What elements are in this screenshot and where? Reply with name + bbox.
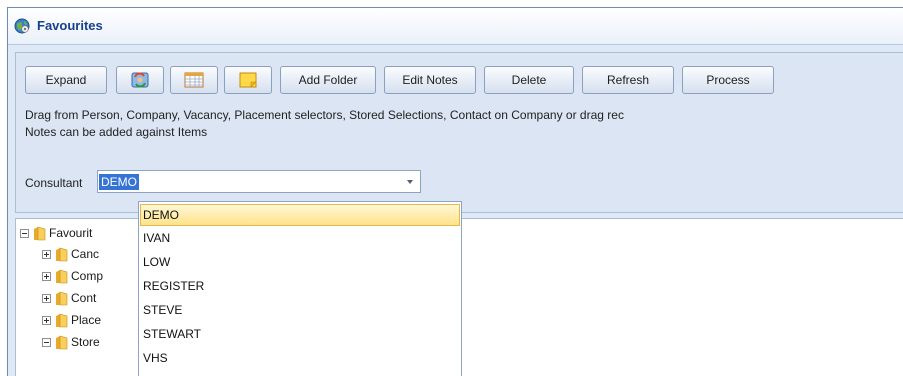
help-text-line-2: Notes can be added against Items [25,125,208,139]
process-button[interactable]: Process [682,66,774,94]
tree-label: Canc [71,247,100,261]
globe-icon [14,18,30,34]
tree-root[interactable]: Favourit [20,224,92,242]
grid-icon [184,72,204,88]
tree-item[interactable]: Place [42,311,101,329]
help-text-line-1: Drag from Person, Company, Vacancy, Plac… [25,108,624,122]
consultant-dropdown-list[interactable]: DEMO IVAN LOW REGISTER STEVE STEWART VHS [138,201,462,376]
consultant-combo[interactable]: DEMO [97,170,421,193]
tree-label: Place [71,313,102,327]
refresh-people-button[interactable] [116,66,164,94]
collapse-icon[interactable] [20,228,29,238]
dropdown-option[interactable]: LOW [140,251,460,273]
expand-button[interactable]: Expand [25,66,107,94]
refresh-people-icon [130,71,150,89]
tree-item[interactable]: Store [42,333,100,351]
toolbar-panel: Expand Add Folder Edit Notes Delete Refr… [15,52,903,213]
dropdown-option[interactable]: STEWART [140,323,460,345]
tree-item[interactable]: Cont [42,289,96,307]
delete-button[interactable]: Delete [484,66,574,94]
grid-button[interactable] [170,66,218,94]
folder-icon [33,226,46,241]
tree-label: Favourit [49,226,93,240]
edit-notes-button[interactable]: Edit Notes [384,66,476,94]
dropdown-option-selected[interactable]: DEMO [140,204,460,226]
tree-label: Store [71,335,100,349]
folder-icon [55,335,68,350]
tree-item[interactable]: Comp [42,267,103,285]
chevron-down-icon[interactable] [407,180,413,184]
expand-icon[interactable] [42,315,51,325]
dropdown-option[interactable]: VHS [140,347,460,369]
tree-label: Comp [71,269,104,283]
expand-icon[interactable] [42,293,51,303]
title-bar: Favourites [8,8,903,45]
folder-icon [55,313,68,328]
dropdown-option[interactable]: IVAN [140,227,460,249]
tree-label: Cont [71,291,97,305]
consultant-label: Consultant [25,176,83,190]
dropdown-option[interactable]: REGISTER [140,275,460,297]
folder-icon [55,291,68,306]
window-title: Favourites [37,18,103,33]
expand-icon[interactable] [42,271,51,281]
consultant-value[interactable]: DEMO [99,174,139,190]
refresh-button[interactable]: Refresh [582,66,674,94]
note-button[interactable] [224,66,272,94]
collapse-icon[interactable] [42,337,51,347]
folder-icon [55,247,68,262]
note-icon [239,72,257,88]
expand-icon[interactable] [42,249,51,259]
add-folder-button[interactable]: Add Folder [280,66,376,94]
folder-icon [55,269,68,284]
dropdown-option[interactable]: STEVE [140,299,460,321]
tree-item[interactable]: Canc [42,245,99,263]
